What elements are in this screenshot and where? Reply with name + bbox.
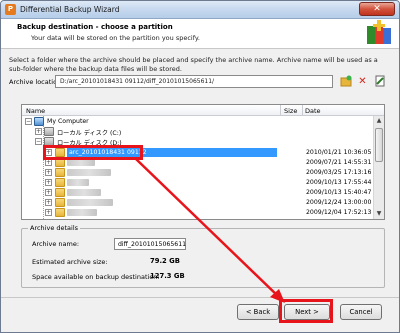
- computer-icon: [34, 117, 44, 126]
- redacted-name: [67, 199, 113, 206]
- cancel-button[interactable]: Cancel: [340, 304, 382, 320]
- redacted-name: [67, 159, 95, 166]
- highlight-box-folder: [43, 145, 143, 160]
- description-text: Select a folder where the archive should…: [9, 56, 378, 73]
- tree-row-drive-c[interactable]: + ローカル ディスク (C:): [22, 127, 373, 137]
- redacted-name: [67, 169, 111, 176]
- column-name[interactable]: Name: [26, 107, 45, 115]
- expand-icon[interactable]: +: [45, 199, 52, 206]
- tree-row[interactable]: + 2009/10/13 15:40:47: [22, 188, 373, 198]
- delete-icon[interactable]: ✕: [356, 75, 369, 88]
- archive-details-title: Archive details: [28, 224, 81, 232]
- folder-icon: [55, 178, 65, 187]
- tree-header: Name Size Date: [22, 105, 384, 116]
- tree-label: My Computer: [47, 118, 89, 125]
- column-size[interactable]: Size: [284, 107, 297, 115]
- tree-date: 2009/07/21 14:55:31: [306, 159, 372, 166]
- scroll-up-icon[interactable]: ▲: [374, 116, 384, 126]
- wizard-header: Backup destination - choose a partition …: [1, 19, 399, 49]
- page-title: Backup destination - choose a partition: [17, 23, 173, 31]
- new-folder-icon[interactable]: [339, 75, 352, 88]
- archive-location-row: Archive location: D:/arc_20101018431 091…: [9, 75, 393, 89]
- space-available-label: Space available on backup destination:: [32, 273, 160, 281]
- tree-row[interactable]: + 2009/03/25 17:13:16: [22, 168, 373, 178]
- title-bar[interactable]: P Differential Backup Wizard ✕: [1, 1, 399, 19]
- folder-icon: [55, 188, 65, 197]
- column-date[interactable]: Date: [305, 107, 321, 115]
- drive-icon: [44, 127, 54, 136]
- back-button[interactable]: < Back: [237, 304, 279, 320]
- expand-icon[interactable]: +: [45, 159, 52, 166]
- estimated-size-value: 79.2 GB: [150, 257, 180, 265]
- page-subtitle: Your data will be stored on the partitio…: [31, 34, 200, 42]
- app-icon: P: [5, 4, 16, 15]
- archive-details-group: Archive details Archive name: diff_20101…: [21, 224, 385, 288]
- redacted-name: [67, 189, 101, 196]
- properties-icon[interactable]: [373, 75, 386, 88]
- scroll-down-icon[interactable]: ▼: [374, 209, 384, 219]
- tree-label: ローカル ディスク (C:): [57, 130, 122, 137]
- wizard-window: P Differential Backup Wizard ✕ Backup de…: [0, 0, 400, 333]
- expand-icon[interactable]: +: [45, 189, 52, 196]
- tree-row-my-computer[interactable]: − My Computer: [22, 117, 373, 127]
- folder-icon: [55, 208, 65, 217]
- tree-date: 2009/12/04 17:52:13: [306, 209, 372, 216]
- tree-date: 2009/12/24 13:00:00: [306, 199, 372, 206]
- tree-date: 2009/10/13 17:55:44: [306, 179, 372, 186]
- vertical-scrollbar[interactable]: ▲ ▼: [373, 116, 384, 219]
- tree-row[interactable]: + 2009/12/04 17:52:13: [22, 208, 373, 218]
- tree-row[interactable]: + 2009/10/13 17:55:44: [22, 178, 373, 188]
- archive-name-label: Archive name:: [32, 240, 80, 248]
- close-button[interactable]: ✕: [359, 2, 395, 16]
- folder-icon: [55, 168, 65, 177]
- space-available-value: 127.3 GB: [150, 272, 185, 280]
- redacted-name: [67, 179, 89, 186]
- expand-icon[interactable]: +: [45, 209, 52, 216]
- scroll-thumb[interactable]: [375, 128, 383, 162]
- archive-name-field[interactable]: diff_20101015065611: [114, 238, 186, 250]
- window-title: Differential Backup Wizard: [20, 5, 120, 14]
- expand-icon[interactable]: +: [35, 128, 42, 135]
- expand-icon[interactable]: +: [45, 169, 52, 176]
- tree-date: 2009/10/13 15:40:47: [306, 189, 372, 196]
- backup-logo-icon: [367, 20, 391, 44]
- folder-icon: [55, 198, 65, 207]
- collapse-icon[interactable]: −: [25, 118, 32, 125]
- tree-date: 2010/01/21 10:36:05: [306, 149, 372, 156]
- collapse-icon[interactable]: −: [35, 138, 42, 145]
- expand-icon[interactable]: +: [45, 179, 52, 186]
- redacted-name: [67, 209, 97, 216]
- highlight-box-next: [279, 299, 333, 323]
- tree-row[interactable]: + 2009/12/24 13:00:00: [22, 198, 373, 208]
- archive-location-field[interactable]: D:/arc_20101018431 09112/diff_2010101506…: [55, 75, 333, 88]
- tree-date: 2009/03/25 17:13:16: [306, 169, 372, 176]
- folder-tree[interactable]: Name Size Date − My Computer + ローカル ディスク…: [21, 104, 385, 220]
- estimated-size-label: Estimated archive size:: [32, 258, 108, 266]
